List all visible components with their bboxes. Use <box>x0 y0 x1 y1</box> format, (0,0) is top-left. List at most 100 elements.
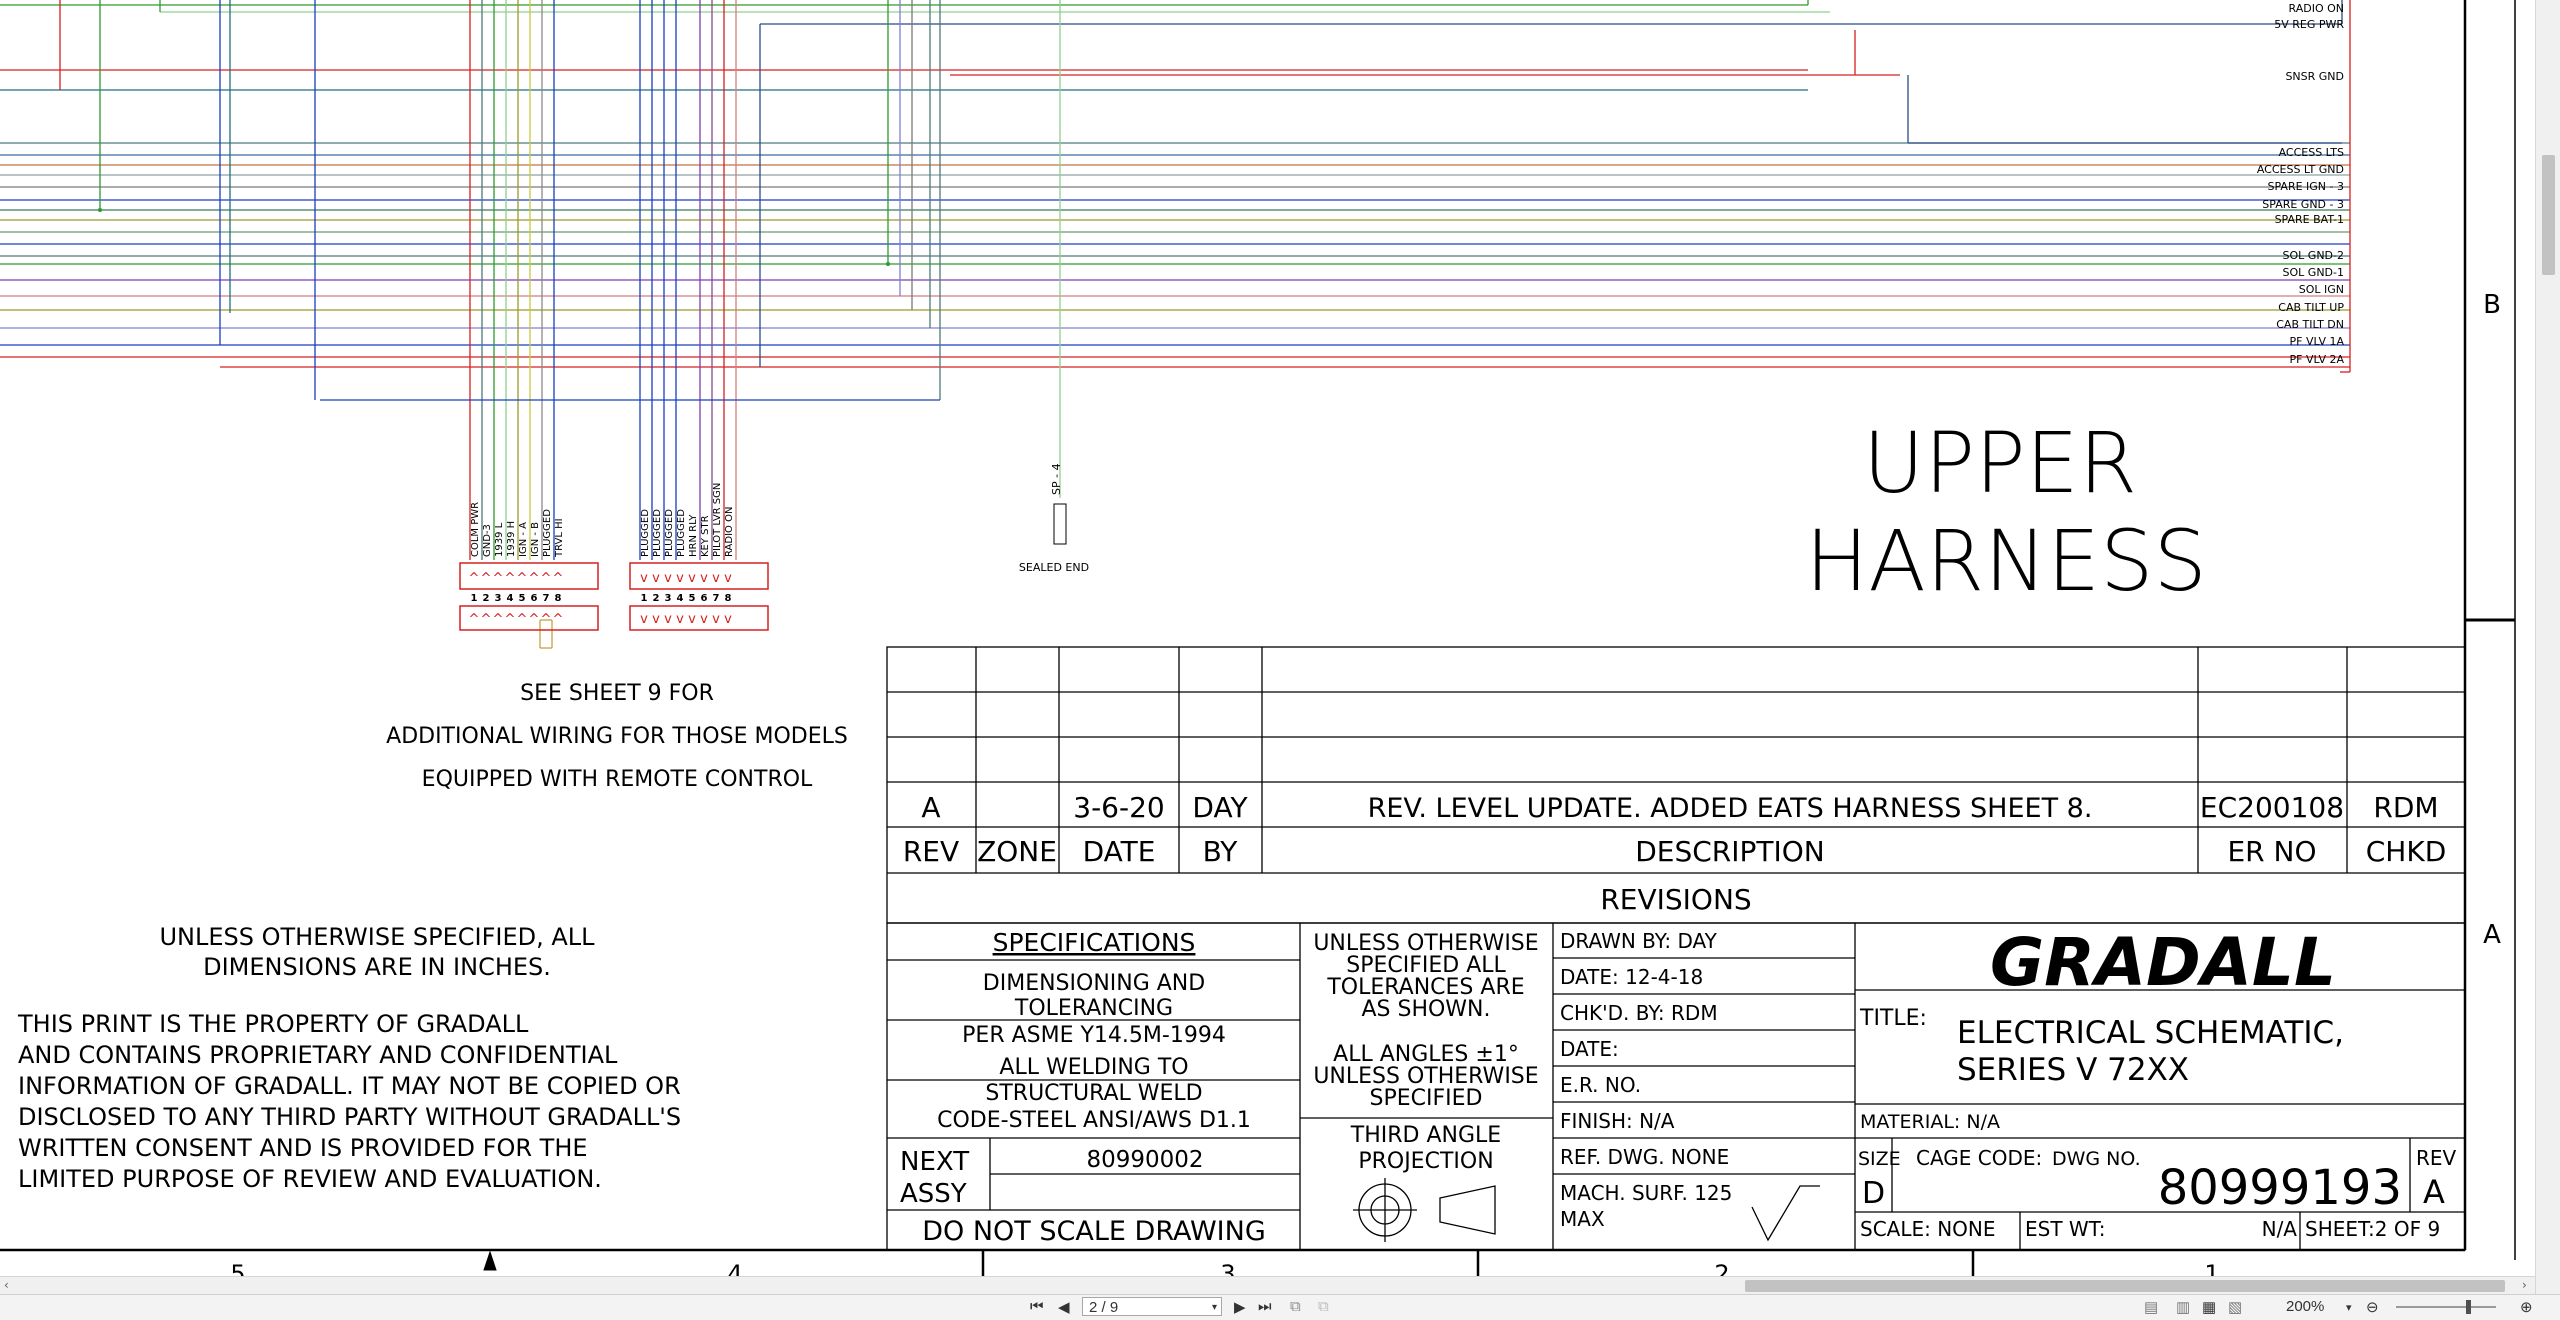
pin-contact: v <box>640 571 648 586</box>
rev-description-value: REV. LEVEL UPDATE. ADDED EATS HARNESS SH… <box>1368 793 2093 824</box>
signal-label: SOL GND-1 <box>2283 266 2344 279</box>
pin-contact: v <box>688 571 696 586</box>
scale: SCALE: NONE <box>1860 1217 1996 1241</box>
note-dimensions-line1: UNLESS OTHERWISE SPECIFIED, ALL <box>159 923 595 951</box>
pin-number: 3 <box>665 593 672 604</box>
two-page-continuous-icon[interactable]: ▧ <box>2228 1298 2242 1316</box>
est-wt-value: N/A <box>2262 1217 2298 1241</box>
single-page-view-icon[interactable]: ▤ <box>2144 1298 2158 1316</box>
pin-contact: ^ <box>505 571 516 586</box>
signal-label: SOL GND-2 <box>2283 249 2344 262</box>
spec-line2: TOLERANCING <box>1014 996 1173 1021</box>
viewer-status-bar: ⏮ ◀ 2 / 9 ▾ ▶ ⏭ ⧉ ⧉ ▤ ▥ ▦ ▧ 200% ▾ ⊖ ⊕ <box>0 1294 2560 1320</box>
zoom-out-icon[interactable]: ⊖ <box>2366 1298 2379 1316</box>
mach-surf-line1: MACH. SURF. 125 <box>1560 1181 1732 1205</box>
projection-line1: THIRD ANGLE <box>1350 1123 1501 1148</box>
pin-number: 4 <box>677 593 684 604</box>
pin-contact: v <box>724 612 732 627</box>
pin-contact: ^ <box>529 571 540 586</box>
prev-page-icon[interactable]: ◀ <box>1058 1298 1070 1316</box>
harness-title-line1: UPPER <box>1863 414 2137 512</box>
connector-housing <box>629 562 769 590</box>
spec-line3: PER ASME Y14.5M-1994 <box>962 1023 1226 1048</box>
pin-label: PLUGGED <box>640 509 651 557</box>
pin-contact: v <box>700 571 708 586</box>
pin-contact: ^ <box>469 571 480 586</box>
page-number-value: 2 / 9 <box>1089 1299 1119 1316</box>
finish: FINISH: N/A <box>1560 1109 1675 1133</box>
vertical-scrollbar[interactable] <box>2535 0 2560 1294</box>
chevron-down-icon[interactable]: ▾ <box>1212 1298 1217 1317</box>
note-dimensions-line2: DIMENSIONS ARE IN INCHES. <box>203 953 551 981</box>
pin-contact: ^ <box>481 571 492 586</box>
note-property-line6: LIMITED PURPOSE OF REVIEW AND EVALUATION… <box>18 1165 602 1193</box>
signal-label: SOL IGN <box>2299 283 2344 296</box>
pin-number: 1 <box>471 593 478 604</box>
ref-dwg: REF. DWG. NONE <box>1560 1145 1729 1169</box>
checked-date: DATE: <box>1560 1037 1619 1061</box>
note-sheet9-line3: EQUIPPED WITH REMOTE CONTROL <box>422 767 813 792</box>
zoom-dropdown-icon[interactable]: ▾ <box>2346 1301 2352 1314</box>
pin-contact: ^ <box>469 612 480 627</box>
pin-number: 5 <box>689 593 696 604</box>
zoom-level[interactable]: 200% <box>2286 1298 2324 1315</box>
pin-label: HRN RLY <box>688 514 699 557</box>
sealed-end-label: SEALED END <box>1019 561 1089 574</box>
scroll-left-icon[interactable]: ‹ <box>4 1278 9 1292</box>
signal-label: RADIO ON <box>2289 2 2344 15</box>
rev-header-description: DESCRIPTION <box>1635 835 1825 868</box>
signal-label: PF VLV 1A <box>2290 335 2345 348</box>
horizontal-scroll-thumb[interactable] <box>1745 1280 2505 1292</box>
two-page-view-icon[interactable]: ▦ <box>2202 1298 2216 1316</box>
scroll-right-icon[interactable]: › <box>2522 1278 2527 1292</box>
zoom-slider-thumb[interactable] <box>2466 1300 2471 1314</box>
rev-header-er: ER NO <box>2227 835 2316 868</box>
pin-contact: v <box>700 612 708 627</box>
paste-icon[interactable]: ⧉ <box>1318 1298 1329 1315</box>
dwg-no-label: DWG NO. <box>2052 1148 2141 1170</box>
pin-label: PLUGGED <box>652 509 663 557</box>
horizontal-scrollbar[interactable]: ‹ › <box>0 1276 2535 1295</box>
pin-label: COLM PWR <box>470 502 481 557</box>
pin-number: 6 <box>701 593 708 604</box>
rev-er-value: EC200108 <box>2200 791 2344 824</box>
vertical-scroll-thumb[interactable] <box>2542 155 2555 275</box>
pin-label: PILOT LVR SGN <box>712 483 723 557</box>
next-assy-label-line2: ASSY <box>900 1179 967 1209</box>
rev-header-zone: ZONE <box>977 835 1057 868</box>
pin-number: 4 <box>507 593 514 604</box>
pin-contact: v <box>676 612 684 627</box>
next-assy-label-line1: NEXT <box>900 1147 969 1177</box>
rev-header-rev: REV <box>903 835 959 868</box>
zone-letter-b: B <box>2483 290 2501 320</box>
signal-label: 5V REG PWR <box>2274 18 2344 31</box>
pin-number: 8 <box>725 593 732 604</box>
rev-by-value: DAY <box>1192 791 1248 824</box>
pin-label: GND-3 <box>482 524 493 557</box>
next-page-icon[interactable]: ▶ <box>1234 1298 1246 1316</box>
pin-label: PLUGGED <box>542 509 553 557</box>
drawn-date: DATE: 12-4-18 <box>1560 965 1703 989</box>
pin-number: 3 <box>495 593 502 604</box>
size-label: SIZE <box>1858 1148 1901 1170</box>
copy-icon[interactable]: ⧉ <box>1290 1298 1301 1315</box>
schematic-drawing: RADIO ON 5V REG PWR SNSR GND ACCESS LTS ACCE… <box>0 0 2516 1288</box>
first-page-icon[interactable]: ⏮ <box>1030 1298 1044 1315</box>
last-page-icon[interactable]: ⏭ <box>1258 1298 1272 1315</box>
continuous-view-icon[interactable]: ▥ <box>2176 1298 2190 1316</box>
pin-label: IGN - A <box>518 522 529 557</box>
angles-line3: SPECIFIED <box>1370 1086 1483 1111</box>
pin-number: 2 <box>483 593 490 604</box>
pin-number: 1 <box>641 593 648 604</box>
zoom-slider[interactable] <box>2396 1306 2496 1308</box>
page-number-field[interactable]: 2 / 9 ▾ <box>1082 1297 1222 1316</box>
note-property-line5: WRITTEN CONSENT AND IS PROVIDED FOR THE <box>18 1134 588 1162</box>
title-label: TITLE: <box>1859 1006 1927 1031</box>
pin-contact: v <box>640 612 648 627</box>
zoom-in-icon[interactable]: ⊕ <box>2520 1298 2533 1316</box>
pin-contact: ^ <box>517 612 528 627</box>
er-number: E.R. NO. <box>1560 1073 1641 1097</box>
rev-header-by: BY <box>1203 835 1239 868</box>
pin-contact: v <box>664 571 672 586</box>
pin-number: 6 <box>531 593 538 604</box>
